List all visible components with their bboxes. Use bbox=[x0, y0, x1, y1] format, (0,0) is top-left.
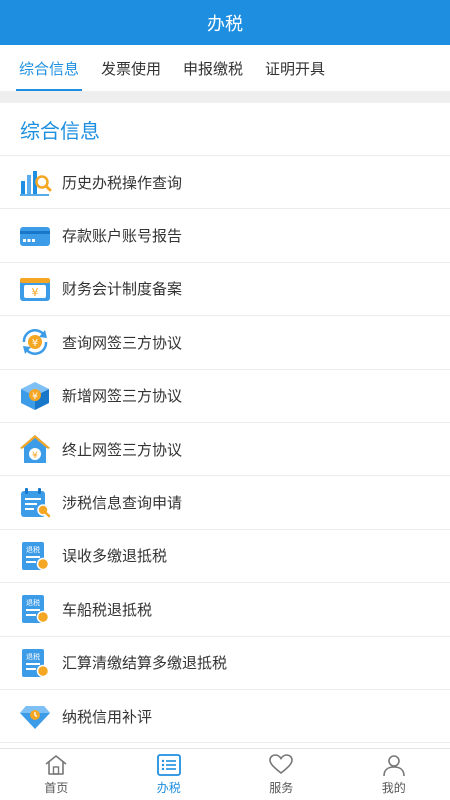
tabbar-label: 我的 bbox=[381, 781, 406, 795]
list-item-vehicle-tax-refund[interactable]: 退税 车船税退抵税 bbox=[0, 583, 450, 637]
tabbar-label: 服务 bbox=[269, 781, 294, 795]
list-item-query-agreement[interactable]: ¥ 查询网签三方协议 bbox=[0, 316, 450, 370]
list-item-label: 涉税信息查询申请 bbox=[62, 494, 183, 513]
list-item-label: 财务会计制度备案 bbox=[62, 280, 183, 299]
list-item-label: 存款账户账号报告 bbox=[62, 227, 183, 246]
tab-label: 申报缴税 bbox=[183, 59, 244, 78]
list-item-overpaid-refund[interactable]: 退税 误收多缴退抵税 bbox=[0, 530, 450, 584]
list-item-tax-info-query[interactable]: 涉税信息查询申请 bbox=[0, 476, 450, 530]
bank-card-icon bbox=[18, 219, 52, 253]
list-item-label: 车船税退抵税 bbox=[62, 600, 153, 619]
list-item-label: 汇算清缴结算多缴退抵税 bbox=[62, 654, 228, 673]
heart-icon bbox=[269, 754, 294, 775]
svg-text:¥: ¥ bbox=[32, 286, 39, 299]
tab-certificate[interactable]: 证明开具 bbox=[256, 45, 334, 91]
yuan-note-icon: ¥ bbox=[18, 272, 52, 306]
list-item-label: 历史办税操作查询 bbox=[62, 173, 183, 192]
service-list: 历史办税操作查询 存款账户账号报告 ¥ 财务会计制度备案 ¥ 查询网签三方协议 … bbox=[0, 156, 450, 744]
refund-tag-text: 退税 bbox=[26, 598, 40, 607]
tab-invoice-use[interactable]: 发票使用 bbox=[92, 45, 170, 91]
tax-refund-doc-icon: 退税 bbox=[18, 646, 52, 680]
list-item-deposit-account[interactable]: 存款账户账号报告 bbox=[0, 209, 450, 263]
tabbar-label: 首页 bbox=[44, 781, 69, 795]
svg-text:¥: ¥ bbox=[32, 392, 38, 402]
list-item-terminate-agreement[interactable]: ¥ 终止网签三方协议 bbox=[0, 423, 450, 477]
tax-refund-doc-icon: 退税 bbox=[18, 592, 52, 626]
list-icon bbox=[156, 754, 181, 776]
yuan-refresh-icon: ¥ bbox=[18, 325, 52, 359]
section-title-text: 综合信息 bbox=[20, 118, 100, 143]
category-tabs: 综合信息 发票使用 申报缴税 证明开具 bbox=[0, 45, 450, 91]
bottom-tab-bar: 首页 办税 服务 我的 bbox=[0, 748, 450, 800]
page-title: 办税 bbox=[207, 13, 243, 35]
section-title: 综合信息 bbox=[0, 103, 450, 156]
diamond-icon bbox=[18, 699, 52, 733]
tabbar-tax[interactable]: 办税 bbox=[113, 749, 226, 800]
refund-tag-text: 退税 bbox=[26, 652, 40, 661]
yuan-box-icon: ¥ bbox=[18, 379, 52, 413]
refund-tag-text: 退税 bbox=[26, 545, 40, 554]
yuan-house-icon: ¥ bbox=[18, 432, 52, 466]
list-item-history-query[interactable]: 历史办税操作查询 bbox=[0, 156, 450, 210]
tab-label: 发票使用 bbox=[101, 59, 162, 78]
list-item-settlement-refund[interactable]: 退税 汇算清缴结算多缴退抵税 bbox=[0, 637, 450, 690]
list-item-add-agreement[interactable]: ¥ 新增网签三方协议 bbox=[0, 370, 450, 423]
tabbar-label: 办税 bbox=[156, 781, 181, 795]
chart-search-icon bbox=[18, 165, 52, 199]
list-item-accounting-filing[interactable]: ¥ 财务会计制度备案 bbox=[0, 263, 450, 317]
tabbar-home[interactable]: 首页 bbox=[0, 749, 113, 800]
svg-text:¥: ¥ bbox=[32, 451, 38, 461]
list-item-label: 纳税信用补评 bbox=[62, 707, 153, 726]
list-item-label: 查询网签三方协议 bbox=[62, 333, 183, 352]
tax-refund-doc-icon: 退税 bbox=[18, 539, 52, 573]
user-icon bbox=[382, 755, 405, 777]
list-item-credit-reevaluation[interactable]: 纳税信用补评 bbox=[0, 690, 450, 744]
tab-comprehensive-info[interactable]: 综合信息 bbox=[10, 45, 88, 91]
section-divider bbox=[0, 91, 450, 103]
tabbar-mine[interactable]: 我的 bbox=[338, 749, 450, 800]
list-item-label: 误收多缴退抵税 bbox=[62, 547, 168, 566]
svg-text:¥: ¥ bbox=[32, 338, 38, 349]
tabbar-service[interactable]: 服务 bbox=[225, 749, 338, 800]
tab-label: 证明开具 bbox=[265, 59, 326, 78]
app-header: 办税 bbox=[0, 0, 450, 45]
tab-label: 综合信息 bbox=[19, 59, 80, 78]
list-item-label: 终止网签三方协议 bbox=[62, 440, 183, 459]
tab-declare-pay[interactable]: 申报缴税 bbox=[174, 45, 252, 91]
calendar-search-icon bbox=[18, 486, 52, 520]
list-item-label: 新增网签三方协议 bbox=[62, 387, 183, 406]
home-icon bbox=[45, 755, 67, 775]
